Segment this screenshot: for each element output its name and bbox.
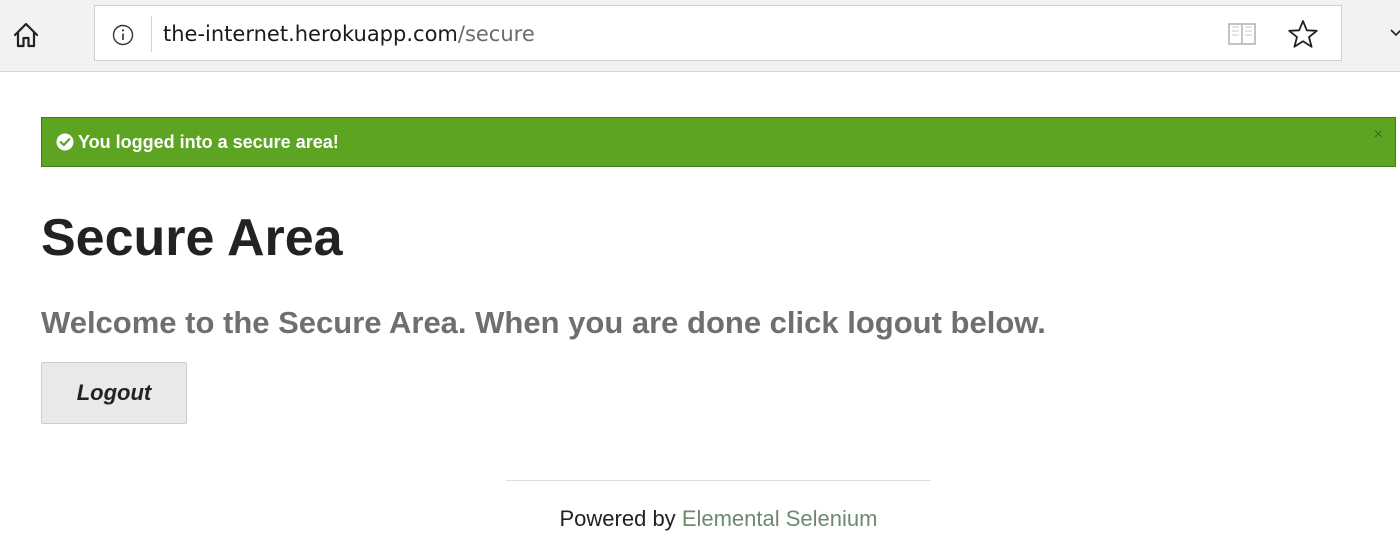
logout-button-label: Logout bbox=[76, 380, 152, 405]
reading-view-icon[interactable] bbox=[1227, 21, 1257, 47]
logout-button[interactable]: Logout bbox=[41, 362, 187, 424]
footer-divider bbox=[506, 480, 931, 481]
address-divider bbox=[151, 16, 152, 52]
star-icon[interactable] bbox=[1287, 19, 1319, 49]
url-path: /secure bbox=[457, 22, 535, 46]
check-circle-icon bbox=[56, 133, 74, 151]
page-footer: Powered by Elemental Selenium bbox=[506, 506, 931, 532]
browser-toolbar: the-internet.herokuapp.com/secure bbox=[0, 0, 1400, 72]
page-title: Secure Area bbox=[41, 209, 343, 267]
home-button[interactable] bbox=[6, 17, 46, 53]
address-bar[interactable]: the-internet.herokuapp.com/secure bbox=[94, 5, 1342, 61]
page-subheader: Welcome to the Secure Area. When you are… bbox=[41, 305, 1046, 340]
home-icon bbox=[13, 22, 39, 48]
url-text[interactable]: the-internet.herokuapp.com/secure bbox=[163, 21, 535, 47]
success-flash-message: You logged into a secure area! × bbox=[41, 117, 1396, 167]
close-icon[interactable]: × bbox=[1374, 126, 1383, 144]
info-icon[interactable] bbox=[112, 24, 134, 46]
chevron-down-icon[interactable] bbox=[1390, 22, 1400, 42]
flash-text: You logged into a secure area! bbox=[78, 132, 339, 152]
url-host: the-internet.herokuapp.com bbox=[163, 22, 458, 46]
footer-prefix: Powered by bbox=[559, 506, 676, 531]
elemental-selenium-link[interactable]: Elemental Selenium bbox=[682, 506, 878, 531]
